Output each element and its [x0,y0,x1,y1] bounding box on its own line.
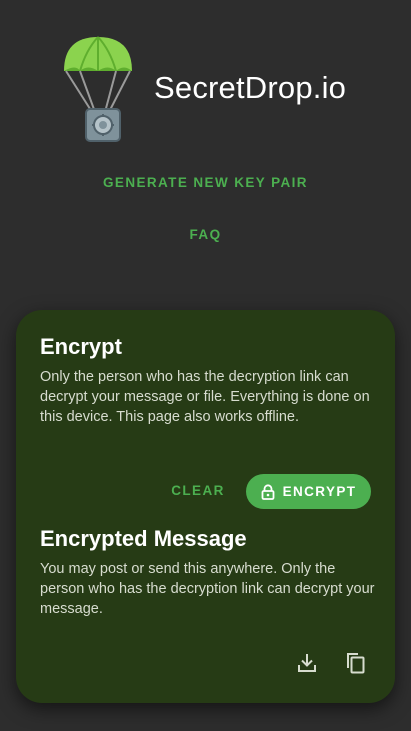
encrypt-description: Only the person who has the decryption l… [40,369,370,425]
app-header: SecretDrop.io [0,0,411,300]
clear-button[interactable]: CLEAR [166,474,230,508]
encrypt-button-label: ENCRYPT [282,484,357,499]
faq-link[interactable]: FAQ [0,227,411,242]
copy-icon [342,653,368,680]
encrypt-button[interactable]: ENCRYPT [246,474,371,509]
parachute-safe-icon [58,34,138,144]
copy-button[interactable] [342,650,368,676]
download-icon [294,654,320,680]
download-button[interactable] [294,650,320,676]
encrypt-title: Encrypt [40,334,122,359]
encrypted-message-title: Encrypted Message [40,526,247,551]
app-title: SecretDrop.io [154,70,347,105]
encrypt-card: Encrypt Only the person who has the decr… [16,310,395,703]
lock-icon [261,483,275,500]
generate-key-pair-link[interactable]: GENERATE NEW KEY PAIR [0,175,411,190]
encrypted-message-description: You may post or send this anywhere. Only… [40,561,375,617]
